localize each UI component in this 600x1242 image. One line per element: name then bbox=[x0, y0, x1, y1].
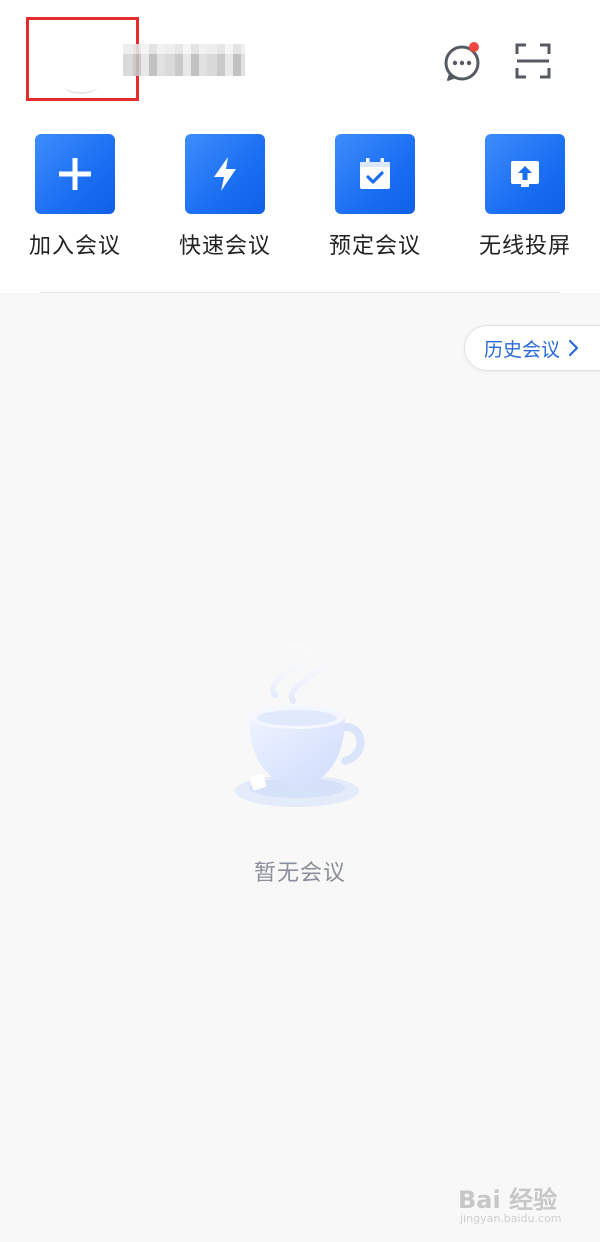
quick-meeting-button[interactable]: 快速会议 bbox=[165, 134, 285, 264]
quick-meeting-label: 快速会议 bbox=[178, 234, 271, 259]
wireless-projection-label: 无线投屏 bbox=[478, 234, 571, 259]
chevron-right-icon bbox=[568, 339, 579, 357]
schedule-meeting-label: 预定会议 bbox=[328, 234, 421, 259]
join-meeting-label: 加入会议 bbox=[28, 234, 121, 259]
watermark-subtext: jingyan.baidu.com bbox=[460, 1212, 562, 1225]
lightning-icon bbox=[185, 134, 265, 214]
avatar-placeholder bbox=[64, 78, 98, 94]
schedule-meeting-button[interactable]: 预定会议 bbox=[315, 134, 435, 264]
watermark-text: Bai 经验 bbox=[458, 1186, 558, 1214]
empty-state-text: 暂无会议 bbox=[253, 861, 346, 886]
plus-icon bbox=[35, 134, 115, 214]
history-meetings-button[interactable]: 历史会议 bbox=[464, 325, 600, 371]
baidu-watermark: Bai 经验 jingyan.baidu.com bbox=[458, 1178, 578, 1226]
top-panel: ████ 加入会议 快速会议 bbox=[0, 0, 600, 293]
chat-bubble-icon[interactable] bbox=[441, 40, 485, 84]
coffee-cup-illustration bbox=[235, 642, 365, 807]
calendar-check-icon bbox=[335, 134, 415, 214]
wireless-projection-button[interactable]: 无线投屏 bbox=[465, 134, 585, 264]
join-meeting-button[interactable]: 加入会议 bbox=[15, 134, 135, 264]
section-divider bbox=[40, 292, 560, 293]
notification-dot bbox=[469, 42, 479, 52]
screen-share-icon bbox=[485, 134, 565, 214]
scan-icon[interactable] bbox=[514, 42, 552, 80]
history-meetings-label: 历史会议 bbox=[484, 338, 561, 361]
username-blurred: ████ bbox=[123, 44, 245, 76]
